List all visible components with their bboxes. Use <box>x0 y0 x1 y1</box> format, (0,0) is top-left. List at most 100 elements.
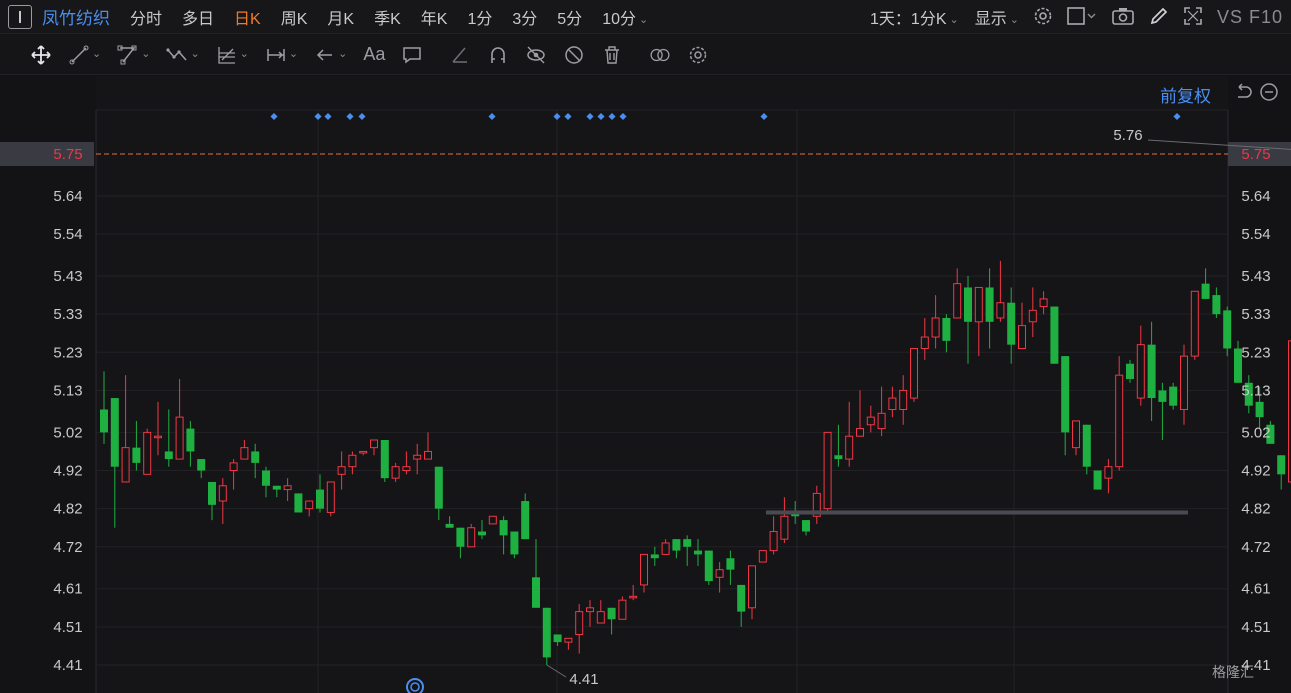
candle-up[interactable] <box>1115 374 1124 468</box>
undo-icon[interactable] <box>1233 82 1253 102</box>
candle-down[interactable] <box>100 409 108 433</box>
candle-down[interactable] <box>985 287 994 322</box>
candle-up[interactable] <box>769 531 778 552</box>
candle-up[interactable] <box>758 550 767 563</box>
vs-f10-button[interactable]: VS F10 <box>1217 7 1283 28</box>
magnet-tool[interactable] <box>487 44 509 66</box>
candle-up[interactable] <box>370 439 378 449</box>
tab-yearly-k[interactable]: 年K <box>421 5 448 29</box>
tab-quarterly-k[interactable]: 季K <box>374 5 401 29</box>
tab-5min[interactable]: 5分 <box>557 5 582 29</box>
candle-down[interactable] <box>499 520 508 536</box>
candle-up[interactable] <box>640 553 648 586</box>
candle-up[interactable] <box>1072 420 1080 449</box>
candle-down[interactable] <box>1007 302 1016 345</box>
candle-down[interactable] <box>262 470 270 486</box>
candle-up[interactable] <box>1028 309 1037 323</box>
chart-canvas[interactable]: 5.75 5.75 5.76 4.41 5.64 5.64 5.54 5.54 5.43 5.4… <box>0 76 1291 693</box>
candle-up[interactable] <box>424 450 432 460</box>
candle-down[interactable] <box>110 398 119 467</box>
candle-up[interactable] <box>154 435 162 439</box>
candle-up[interactable] <box>856 428 864 437</box>
candle-up[interactable] <box>575 611 584 635</box>
candle-down[interactable] <box>1061 356 1070 433</box>
candle-down[interactable] <box>456 527 465 547</box>
candle-up[interactable] <box>359 450 368 454</box>
hide-tool[interactable] <box>563 44 585 66</box>
candle-down[interactable] <box>380 440 389 479</box>
zoom-out-icon[interactable] <box>1259 82 1279 102</box>
candle-down[interactable] <box>510 531 519 555</box>
candle-down[interactable] <box>737 584 746 612</box>
candle-down[interactable] <box>251 451 260 463</box>
interval-select[interactable]: 1天：1分K ⌄ <box>870 5 959 29</box>
candle-down[interactable] <box>650 554 659 559</box>
comment-tool[interactable] <box>401 44 423 66</box>
tab-duori[interactable]: 多日 <box>182 5 214 29</box>
candle-up[interactable] <box>391 466 400 479</box>
candle-down[interactable] <box>704 550 713 582</box>
candle-up[interactable] <box>920 336 929 349</box>
overlay-tool[interactable] <box>649 44 671 66</box>
candle-up[interactable] <box>1180 355 1188 410</box>
candle-down[interactable] <box>1201 283 1210 299</box>
candle-up[interactable] <box>218 485 227 502</box>
line-tool[interactable]: ⌄ <box>68 44 101 66</box>
candle-down[interactable] <box>132 447 141 463</box>
tab-monthly-k[interactable]: 月K <box>327 5 354 29</box>
candle-down[interactable] <box>532 577 540 608</box>
eye-tool[interactable] <box>525 44 547 66</box>
candle-down[interactable] <box>434 466 443 509</box>
tab-10min[interactable]: 10分 ⌄ <box>602 5 648 29</box>
candle-up[interactable] <box>931 317 940 338</box>
candle-up[interactable] <box>1190 290 1199 357</box>
candle-down[interactable] <box>553 634 562 643</box>
candle-up[interactable] <box>402 466 411 472</box>
tab-daily-k[interactable]: 日K <box>234 5 261 29</box>
candle-up[interactable] <box>823 431 832 510</box>
candle-down[interactable] <box>521 501 530 540</box>
measure-tool[interactable]: ⌄ <box>265 44 298 66</box>
move-tool[interactable] <box>30 44 52 66</box>
kline-chart[interactable]: 5.75 5.75 5.76 4.41 5.64 5.64 5.54 5.54 5.43 5.4… <box>0 76 1291 693</box>
tab-fenshi[interactable]: 分时 <box>130 5 162 29</box>
candle-down[interactable] <box>726 558 735 570</box>
candle-up[interactable] <box>866 416 875 426</box>
candle-up[interactable] <box>240 447 249 460</box>
candle-up[interactable] <box>996 302 1005 319</box>
candle-down[interactable] <box>294 493 303 513</box>
candle-up[interactable] <box>326 481 335 513</box>
candle-up[interactable] <box>877 412 886 430</box>
candle-up[interactable] <box>229 462 238 472</box>
candle-up[interactable] <box>348 454 357 468</box>
candle-up[interactable] <box>910 347 918 399</box>
tab-weekly-k[interactable]: 周K <box>281 5 308 29</box>
candle-down[interactable] <box>164 451 173 460</box>
candle-up[interactable] <box>1039 298 1048 308</box>
candle-down[interactable] <box>683 539 692 547</box>
candle-up[interactable] <box>413 454 422 460</box>
candle-down[interactable] <box>316 489 324 509</box>
candle-up[interactable] <box>974 286 983 323</box>
candle-down[interactable] <box>694 550 702 555</box>
candle-down[interactable] <box>1255 401 1264 418</box>
candle-down[interactable] <box>1082 424 1091 467</box>
candle-up[interactable] <box>780 515 789 540</box>
candle-up[interactable] <box>618 599 627 620</box>
candle-up[interactable] <box>586 607 594 613</box>
candle-up[interactable] <box>715 569 724 578</box>
candle-up[interactable] <box>845 435 854 460</box>
candle-up[interactable] <box>899 389 908 410</box>
adjust-mode-label[interactable]: 前复权 <box>1160 82 1211 107</box>
candle-down[interactable] <box>1212 295 1221 315</box>
camera-icon[interactable] <box>1111 6 1135 29</box>
candle-down[interactable] <box>1169 386 1178 406</box>
candle-down[interactable] <box>672 539 681 551</box>
sidebar-toggle-button[interactable] <box>8 4 32 29</box>
candle-up[interactable] <box>337 466 346 475</box>
candle-down[interactable] <box>542 607 551 658</box>
trash-tool[interactable] <box>601 44 623 66</box>
fullscreen-icon[interactable] <box>1183 6 1203 29</box>
candle-up[interactable] <box>629 595 638 599</box>
candle-up[interactable] <box>488 515 497 525</box>
